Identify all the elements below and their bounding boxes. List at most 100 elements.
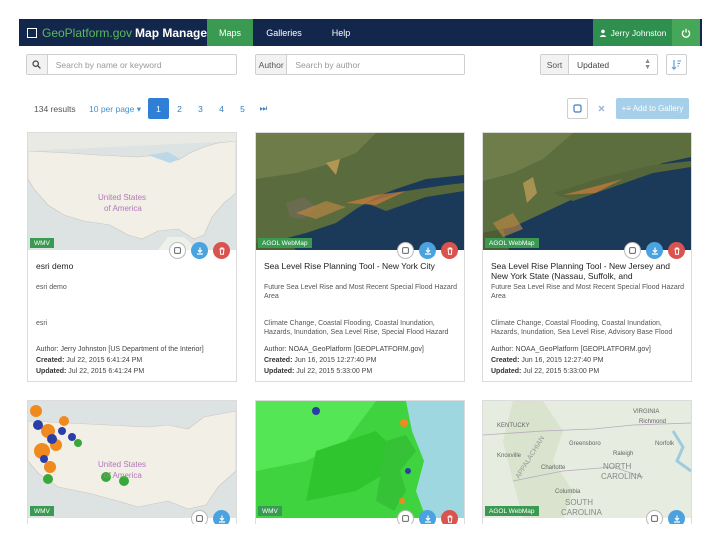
card-title[interactable]: Sea Level Rise Planning Tool - New Jerse… bbox=[491, 261, 687, 281]
map-type-badge: WMV bbox=[258, 506, 282, 516]
download-icon bbox=[651, 247, 658, 255]
download-button[interactable] bbox=[419, 242, 436, 259]
card-metadata: Author: NOAA_GeoPlatform [GEOPLATFORM.go… bbox=[264, 344, 464, 377]
checkbox-icon bbox=[196, 515, 203, 522]
card-updated: Jul 22, 2015 5:33:00 PM bbox=[523, 368, 600, 375]
updated-label: Updated: bbox=[36, 368, 67, 375]
map-label-carolina: CAROLINA bbox=[601, 472, 643, 481]
author-search-field: Author bbox=[255, 54, 465, 75]
page-1[interactable]: 1 bbox=[148, 98, 169, 119]
author-input[interactable] bbox=[287, 59, 464, 70]
checkbox-icon bbox=[402, 247, 409, 254]
tab-maps-label: Maps bbox=[218, 27, 241, 38]
user-menu-button[interactable]: Jerry Johnston bbox=[593, 19, 672, 46]
card-description: esri demo bbox=[36, 284, 67, 291]
per-page-dropdown[interactable]: 10 per page ▾ bbox=[89, 104, 141, 115]
tab-maps[interactable]: Maps bbox=[207, 19, 253, 46]
map-thumbnail[interactable] bbox=[256, 133, 464, 250]
author-label: Author: bbox=[264, 346, 287, 353]
map-thumbnail[interactable] bbox=[483, 133, 691, 250]
map-label-knoxville: Knoxville bbox=[497, 453, 522, 459]
download-button[interactable] bbox=[419, 510, 436, 524]
map-thumbnail[interactable] bbox=[256, 401, 464, 518]
tab-help-label: Help bbox=[331, 27, 351, 38]
download-icon bbox=[424, 515, 431, 523]
page-4[interactable]: 4 bbox=[211, 98, 232, 119]
map-thumbnail[interactable]: United States of America bbox=[28, 133, 236, 250]
map-card-carolinas[interactable]: KENTUCKY VIRGINIA Richmond Norfolk Green… bbox=[482, 400, 692, 524]
search-icon bbox=[32, 60, 42, 69]
map-card-wmv-green[interactable]: WMV bbox=[255, 400, 465, 524]
select-card-button[interactable] bbox=[646, 510, 663, 524]
map-type-badge: WMV bbox=[30, 238, 54, 248]
vegetation-map-thumbnail bbox=[256, 401, 464, 518]
download-button[interactable] bbox=[646, 242, 663, 259]
author-label: Author: bbox=[491, 346, 514, 353]
checkbox-icon bbox=[174, 247, 181, 254]
download-button[interactable] bbox=[668, 510, 685, 524]
card-updated: Jul 22, 2015 5:33:00 PM bbox=[296, 368, 373, 375]
map-type-badge: AGOL WebMap bbox=[258, 238, 312, 248]
map-label-north: NORTH bbox=[603, 462, 632, 471]
page-3[interactable]: 3 bbox=[190, 98, 211, 119]
map-thumbnail[interactable]: United States of America bbox=[28, 401, 236, 518]
tab-galleries-label: Galleries bbox=[266, 27, 302, 38]
select-card-button[interactable] bbox=[397, 510, 414, 524]
add-to-gallery-button[interactable]: +≡ Add to Gallery bbox=[616, 98, 689, 119]
tab-galleries[interactable]: Galleries bbox=[255, 19, 313, 46]
select-card-button[interactable] bbox=[397, 242, 414, 259]
card-author: NOAA_GeoPlatform [GEOPLATFORM.gov] bbox=[515, 346, 651, 353]
tab-help[interactable]: Help bbox=[321, 19, 361, 46]
delete-button[interactable] bbox=[441, 242, 458, 259]
trash-icon bbox=[447, 515, 452, 523]
card-title[interactable]: Sea Level Rise Planning Tool - New York … bbox=[264, 261, 460, 271]
download-icon bbox=[218, 515, 225, 523]
map-card-slr-nyc[interactable]: AGOL WebMap Sea Level Rise Planning Tool… bbox=[255, 132, 465, 382]
select-card-button[interactable] bbox=[169, 242, 186, 259]
delete-button[interactable] bbox=[213, 242, 230, 259]
brand-app-name: Map Manager bbox=[135, 26, 212, 40]
map-label-2: of America bbox=[104, 471, 142, 480]
map-card-slr-nj-ny[interactable]: AGOL WebMap Sea Level Rise Planning Tool… bbox=[482, 132, 692, 382]
sort-direction-button[interactable] bbox=[666, 54, 687, 75]
usa-map-thumbnail: United States of America bbox=[28, 133, 236, 250]
map-card-wmv-points[interactable]: United States of America WMV bbox=[27, 400, 237, 524]
download-icon bbox=[424, 247, 431, 255]
delete-button[interactable] bbox=[441, 510, 458, 524]
usa-points-map-thumbnail: United States of America bbox=[28, 401, 236, 518]
sort-select[interactable]: Updated bbox=[569, 60, 644, 70]
author-label: Author: bbox=[36, 346, 59, 353]
card-title[interactable]: esri demo bbox=[36, 261, 232, 271]
page-5[interactable]: 5 bbox=[232, 98, 253, 119]
delete-button[interactable] bbox=[668, 242, 685, 259]
updated-label: Updated: bbox=[491, 368, 522, 375]
checkbox-icon bbox=[629, 247, 636, 254]
app-brand[interactable]: GeoPlatform.gov Map Manager bbox=[27, 25, 212, 41]
page-2[interactable]: 2 bbox=[169, 98, 190, 119]
logout-button[interactable] bbox=[672, 19, 700, 46]
created-label: Created: bbox=[36, 357, 65, 364]
card-tags: esri bbox=[36, 320, 48, 327]
search-button[interactable] bbox=[27, 55, 48, 74]
map-label-kentucky: KENTUCKY bbox=[497, 423, 530, 429]
download-icon bbox=[673, 515, 680, 523]
last-page-button[interactable]: ⏭ bbox=[253, 98, 274, 119]
search-input[interactable] bbox=[47, 59, 236, 70]
download-icon bbox=[196, 247, 203, 255]
map-label-1: United States bbox=[98, 460, 146, 469]
card-created: Jun 16, 2015 12:27:40 PM bbox=[521, 357, 604, 364]
download-button[interactable] bbox=[191, 242, 208, 259]
map-label-norfolk: Norfolk bbox=[655, 441, 675, 447]
card-description: Future Sea Level Rise and Most Recent Sp… bbox=[491, 284, 684, 300]
power-icon bbox=[681, 28, 691, 38]
trash-icon bbox=[674, 247, 679, 255]
select-card-button[interactable] bbox=[624, 242, 641, 259]
map-thumbnail[interactable]: KENTUCKY VIRGINIA Richmond Norfolk Green… bbox=[483, 401, 691, 518]
select-card-button[interactable] bbox=[191, 510, 208, 524]
brand-name: GeoPlatform.gov bbox=[42, 26, 133, 40]
clear-selection-button[interactable] bbox=[592, 98, 611, 119]
download-button[interactable] bbox=[213, 510, 230, 524]
select-all-button[interactable] bbox=[567, 98, 588, 119]
map-type-badge: WMV bbox=[30, 506, 54, 516]
map-card-esri-demo[interactable]: United States of America WMV esri demo e… bbox=[27, 132, 237, 382]
